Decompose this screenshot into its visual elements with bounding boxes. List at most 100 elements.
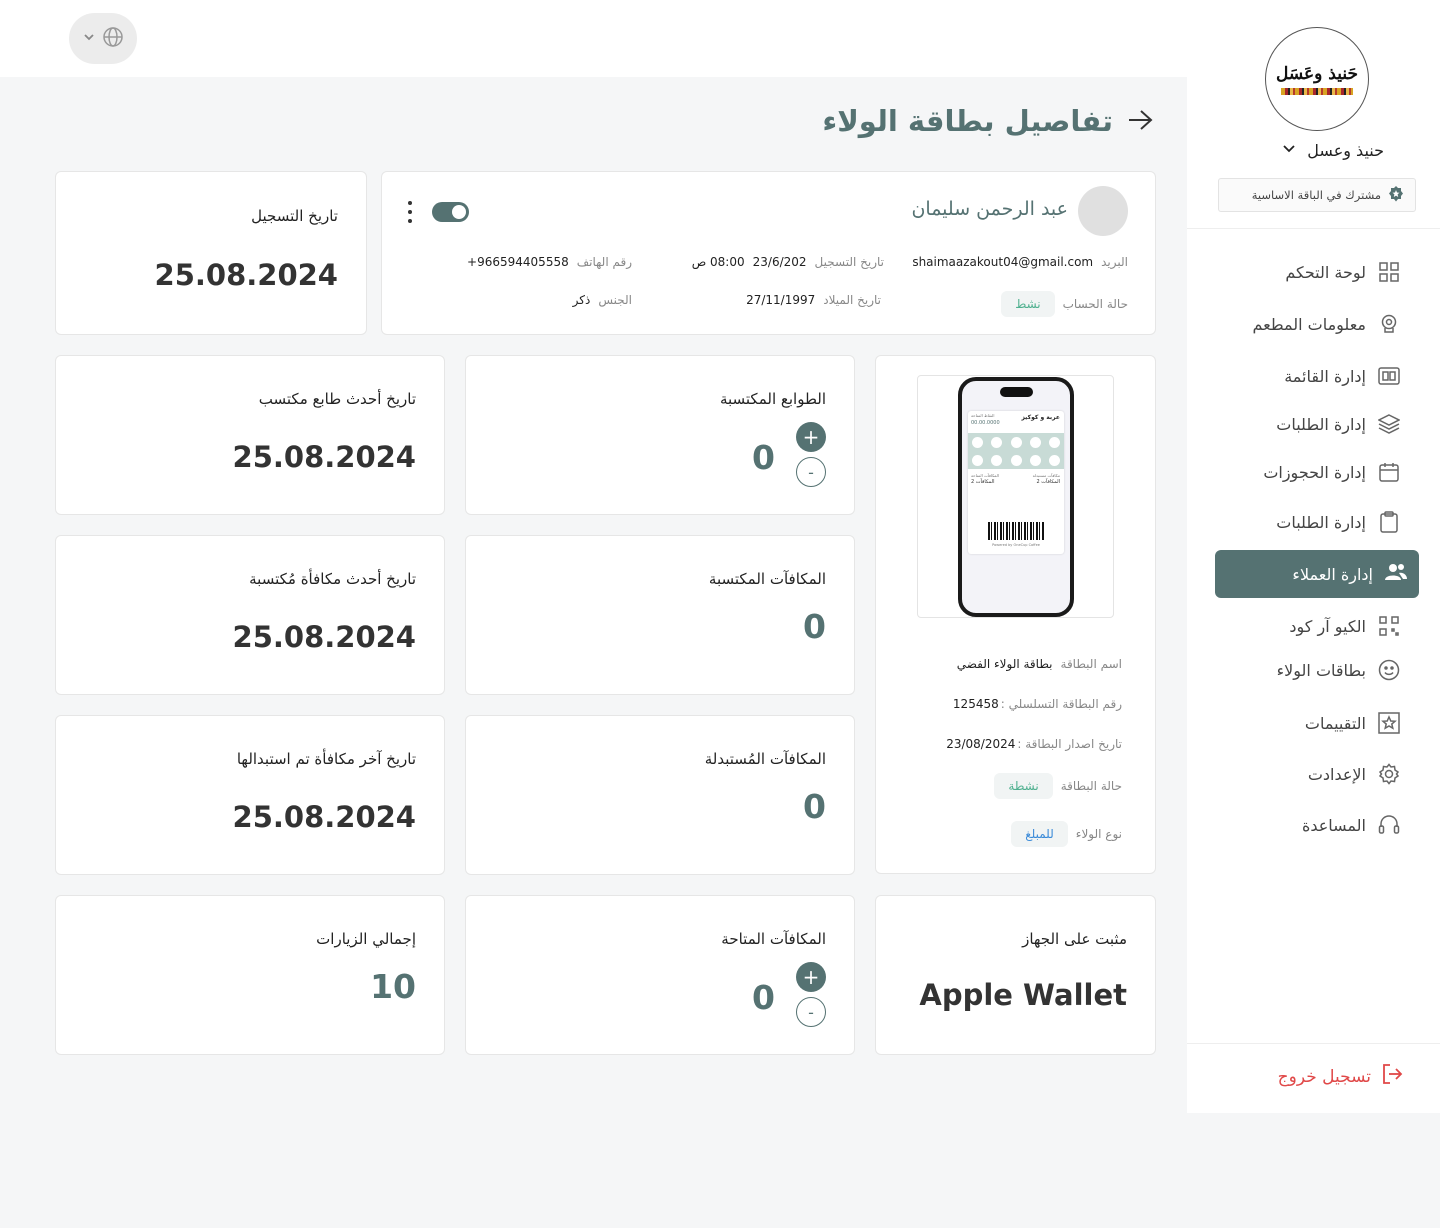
back-arrow-icon[interactable] <box>1127 104 1153 138</box>
pass-shop-name: عربة و كوكيز <box>1021 414 1060 421</box>
restaurant-logo: حَنيذ وعَسَل <box>1265 27 1369 131</box>
sidebar-item-settings[interactable]: الإعدادت <box>1308 763 1400 785</box>
status-badge: نشط <box>1001 291 1055 317</box>
sidebar-item-requests[interactable]: إدارة الطلبات <box>1276 511 1400 533</box>
headset-icon <box>1378 814 1400 836</box>
card-status-field: حالة البطاقة نشطة <box>994 773 1122 799</box>
card-serial-label: رقم البطاقة التسلسلي : <box>1000 697 1122 711</box>
sidebar-item-qr-code[interactable]: الكيو آر كود <box>1289 615 1400 637</box>
users-icon <box>1385 562 1407 586</box>
sidebar-item-dashboard[interactable]: لوحة التحكم <box>1285 261 1400 283</box>
account-toggle[interactable] <box>432 202 469 222</box>
card-label: تاريخ آخر مكافأة تم استبدالها <box>236 750 416 768</box>
sidebar-item-label: إدارة الطلبات <box>1276 512 1366 532</box>
stamp-cup-icon <box>1010 454 1022 466</box>
sidebar-item-label: لوحة التحكم <box>1285 262 1366 282</box>
sidebar-item-loyalty-cards[interactable]: بطاقات الولاء <box>1277 659 1400 681</box>
card-preview-frame: عربة و كوكيز النقاط المتاحة 00.00.0000 ا… <box>917 375 1114 618</box>
loyalty-card-panel: عربة و كوكيز النقاط المتاحة 00.00.0000 ا… <box>875 355 1156 874</box>
page-title: تفاصيل بطاقة الولاء <box>822 104 1113 138</box>
language-switcher[interactable] <box>69 13 137 64</box>
logout-icon <box>1381 1063 1403 1090</box>
sidebar-item-label: إدارة القائمة <box>1284 366 1366 386</box>
birth-field: تاريخ الميلاد 27/11/1997 <box>746 293 881 307</box>
card-serial-field: رقم البطاقة التسلسلي : 125458 <box>953 697 1122 711</box>
stamps-earned-card: الطوابع المكتسبة 0 + - <box>465 355 855 515</box>
email-label: البريد <box>1101 255 1128 269</box>
menu-card-icon <box>1378 365 1400 387</box>
avatar <box>1078 186 1128 236</box>
brand-selector[interactable]: حنيذ وعسل <box>1281 140 1384 160</box>
logout-label: تسجيل خروج <box>1277 1066 1371 1087</box>
sidebar-item-help[interactable]: المساعدة <box>1302 814 1400 836</box>
phone-mockup: عربة و كوكيز النقاط المتاحة 00.00.0000 ا… <box>958 377 1074 617</box>
birth-label: تاريخ الميلاد <box>823 293 881 307</box>
card-status-badge: نشطة <box>994 773 1053 799</box>
sidebar-item-menu[interactable]: إدارة القائمة <box>1284 365 1400 387</box>
clipboard-icon <box>1378 511 1400 533</box>
card-name-value: بطاقة الولاء الفضي <box>956 657 1053 671</box>
pass-balance-label: النقاط المتاحة <box>971 413 995 418</box>
wallet-pass-preview: عربة و كوكيز النقاط المتاحة 00.00.0000 ا… <box>968 411 1064 554</box>
card-label: المكافآت المُستبدلة <box>704 750 826 768</box>
plan-label: مشترك في الباقة الاساسية <box>1251 188 1381 202</box>
divider <box>1187 228 1440 229</box>
rewards-redeemed-card: المكافآت المُستبدلة 0 <box>465 715 855 875</box>
card-label: المكافآت المتاحة <box>721 930 826 948</box>
sidebar: حَنيذ وعَسَل حنيذ وعسل مشترك في الباقة ا… <box>1187 0 1440 1113</box>
stamp-cup-icon <box>1029 454 1041 466</box>
sidebar-item-label: إدارة الطلبات <box>1276 414 1366 434</box>
pass-balance: 00.00.0000 <box>971 420 1000 426</box>
increment-button[interactable]: + <box>796 962 826 992</box>
logout-button[interactable]: تسجيل خروج <box>1278 1063 1403 1090</box>
chevron-down-icon <box>1281 140 1297 160</box>
card-status-label: حالة البطاقة <box>1060 779 1122 793</box>
rewards-available-card: المكافآت المتاحة 0 + - <box>465 895 855 1055</box>
last-redeemed-card: تاريخ آخر مكافأة تم استبدالها 25.08.2024 <box>55 715 445 875</box>
increment-button[interactable]: + <box>796 422 826 452</box>
card-label: إجمالي الزيارات <box>316 930 416 948</box>
pass-stamp-grid <box>968 433 1064 469</box>
gender-label: الجنس <box>598 293 632 307</box>
sidebar-item-customers[interactable]: إدارة العملاء <box>1215 550 1419 598</box>
page-header: تفاصيل بطاقة الولاء <box>822 104 1153 138</box>
reg-field: تاريخ التسجيل 23/6/202 08:00 ص <box>692 255 884 269</box>
card-value: 10 <box>370 967 416 1006</box>
total-visits-card: إجمالي الزيارات 10 <box>55 895 445 1055</box>
card-value: 25.08.2024 <box>232 620 416 654</box>
qr-code-icon <box>1378 615 1400 637</box>
sidebar-item-reservations[interactable]: إدارة الحجوزات <box>1263 461 1400 483</box>
card-value: 0 <box>803 787 826 826</box>
stamp-cup-icon <box>1010 436 1022 448</box>
pass-right-value: المكافآت 2 <box>1036 479 1061 485</box>
star-frame-icon <box>1378 712 1400 734</box>
sidebar-item-orders[interactable]: إدارة الطلبات <box>1276 413 1400 435</box>
decrement-button[interactable]: - <box>796 997 826 1027</box>
phone-label: رقم الهاتف <box>576 255 632 269</box>
sidebar-item-label: إدارة العملاء <box>1292 564 1373 584</box>
plan-badge: مشترك في الباقة الاساسية <box>1218 178 1416 212</box>
device-card: مثبت على الجهاز Apple Wallet <box>875 895 1156 1055</box>
smile-icon <box>1378 659 1400 681</box>
calendar-icon <box>1378 461 1400 483</box>
card-value: 25.08.2024 <box>232 800 416 834</box>
customer-info-card: عبد الرحمن سليمان البريد shaimaazakout04… <box>381 171 1156 335</box>
sidebar-item-label: معلومات المطعم <box>1252 314 1366 334</box>
award-badge-icon <box>1387 185 1405 206</box>
stamp-cup-icon <box>972 436 984 448</box>
more-options-icon[interactable] <box>404 201 416 223</box>
phone-field: رقم الهاتف +966594405558 <box>467 255 632 269</box>
account-status-field: حالة الحساب نشط <box>1001 291 1128 317</box>
reg-date: 23/6/202 <box>752 255 807 269</box>
reg-time: 08:00 ص <box>691 255 745 269</box>
card-name-label: اسم البطاقة <box>1060 657 1122 671</box>
decrement-button[interactable]: - <box>796 457 826 487</box>
sidebar-item-label: المساعدة <box>1301 815 1366 835</box>
brand-name: حنيذ وعسل <box>1307 140 1384 160</box>
account-status-label: حالة الحساب <box>1062 297 1128 311</box>
rewards-earned-card: المكافآت المكتسبة 0 <box>465 535 855 695</box>
card-label: تاريخ أحدث مكافأة مُكتسبة <box>249 570 416 588</box>
registration-date-card: تاريخ التسجيل 25.08.2024 <box>55 171 367 335</box>
sidebar-item-reviews[interactable]: التقييمات <box>1305 712 1400 734</box>
sidebar-item-restaurant-info[interactable]: معلومات المطعم <box>1252 313 1400 335</box>
